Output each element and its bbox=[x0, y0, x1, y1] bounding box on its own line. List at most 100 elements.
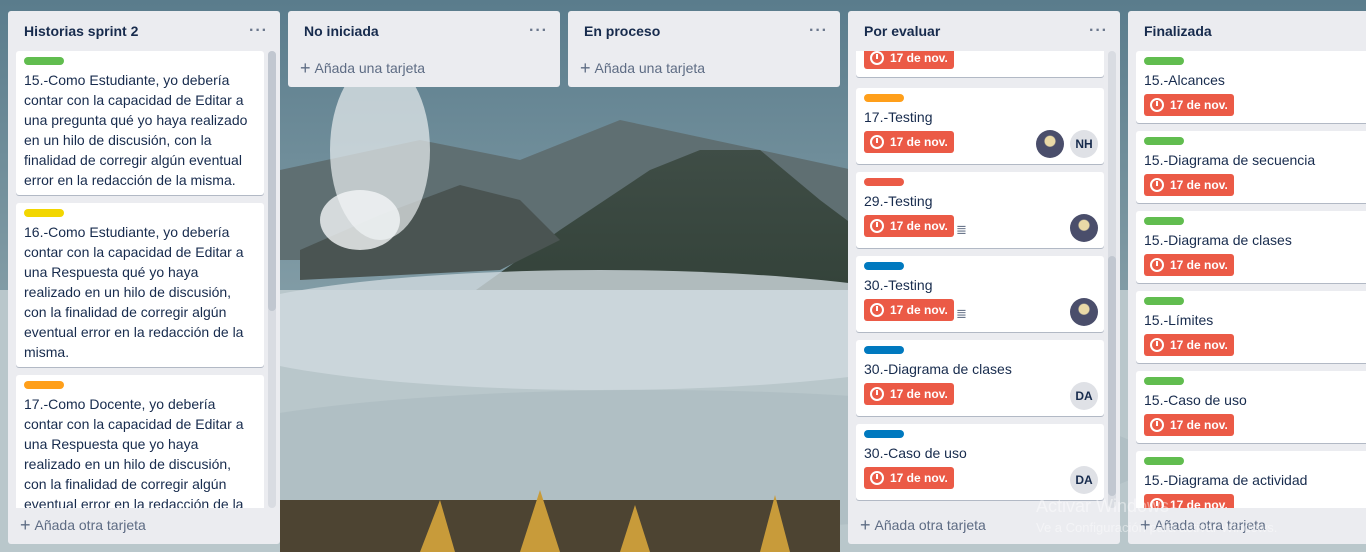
card-title: 30.-Diagrama de clases bbox=[864, 361, 1012, 377]
due-date-badge[interactable]: 17 de nov. bbox=[1144, 414, 1234, 436]
card-title: 16.-Como Estudiante, yo debería contar c… bbox=[24, 224, 244, 360]
card-label[interactable] bbox=[1144, 297, 1184, 305]
card-label[interactable] bbox=[1144, 57, 1184, 65]
due-date-label: 17 de nov. bbox=[1170, 338, 1228, 352]
card[interactable]: 17.-Testing 17 de nov. NH bbox=[856, 88, 1104, 164]
list-scrollbar[interactable] bbox=[1108, 51, 1116, 508]
list-title[interactable]: No iniciada bbox=[304, 23, 379, 39]
add-card-label: Añada una tarjeta bbox=[594, 60, 706, 76]
scrollbar-thumb[interactable] bbox=[268, 51, 276, 311]
due-date-label: 17 de nov. bbox=[890, 51, 948, 65]
list-menu-icon[interactable]: ··· bbox=[1089, 23, 1108, 39]
card-label[interactable] bbox=[1144, 137, 1184, 145]
clock-icon bbox=[1150, 338, 1164, 352]
card[interactable]: 30.-Caso de uso 17 de nov. DA bbox=[856, 424, 1104, 500]
due-date-badge[interactable]: 17 de nov. bbox=[864, 299, 954, 321]
card[interactable]: 30.-Diagrama de clases 17 de nov. DA bbox=[856, 340, 1104, 416]
list-menu-icon[interactable]: ··· bbox=[809, 23, 828, 39]
card[interactable]: 16.-Como Estudiante, yo debería contar c… bbox=[16, 203, 264, 367]
card-title: 15.-Alcances bbox=[1144, 72, 1225, 88]
card-label[interactable] bbox=[24, 381, 64, 389]
card[interactable]: 15.-Como Estudiante, yo debería contar c… bbox=[16, 51, 264, 195]
card[interactable]: 30.-Testing 17 de nov. ≣ bbox=[856, 256, 1104, 332]
card[interactable]: 15.-Alcances 17 de nov. bbox=[1136, 51, 1366, 123]
card[interactable]: 15.-Caso de uso 17 de nov. bbox=[1136, 371, 1366, 443]
clock-icon bbox=[870, 471, 884, 485]
add-card-button[interactable]: + Añada una tarjeta bbox=[288, 51, 560, 85]
card-label[interactable] bbox=[864, 94, 904, 102]
description-icon: ≣ bbox=[956, 306, 967, 321]
list-historias-sprint-2: Historias sprint 2 ··· 15.-Como Estudian… bbox=[8, 11, 280, 544]
clock-icon bbox=[1150, 178, 1164, 192]
card-label[interactable] bbox=[864, 178, 904, 186]
due-date-badge[interactable]: 17 de nov. bbox=[1144, 174, 1234, 196]
add-card-label: Añada otra tarjeta bbox=[34, 517, 146, 533]
plus-icon: + bbox=[300, 58, 311, 78]
list-title[interactable]: Historias sprint 2 bbox=[24, 23, 138, 39]
scrollbar-thumb[interactable] bbox=[1108, 256, 1116, 496]
card-label[interactable] bbox=[1144, 457, 1184, 465]
list-title[interactable]: Por evaluar bbox=[864, 23, 940, 39]
member-avatar[interactable]: DA bbox=[1070, 466, 1098, 494]
card[interactable]: 15.-Diagrama de clases 17 de nov. bbox=[1136, 211, 1366, 283]
due-date-badge[interactable]: 17 de nov. bbox=[864, 467, 954, 489]
member-avatar[interactable]: NH bbox=[1070, 130, 1098, 158]
card-label[interactable] bbox=[24, 209, 64, 217]
due-date-badge[interactable]: 17 de nov. bbox=[864, 131, 954, 153]
list-title[interactable]: Finalizada bbox=[1144, 23, 1212, 39]
card[interactable]: 29.-Testing 17 de nov. ≣ bbox=[856, 172, 1104, 248]
add-card-label: Añada una tarjeta bbox=[314, 60, 426, 76]
due-date-badge[interactable]: 17 de nov. bbox=[864, 215, 954, 237]
due-date-label: 17 de nov. bbox=[1170, 418, 1228, 432]
card-title: 15.-Diagrama de secuencia bbox=[1144, 152, 1316, 168]
card-title: 17.-Como Docente, yo debería contar con … bbox=[24, 396, 244, 508]
list-menu-icon[interactable]: ··· bbox=[249, 23, 268, 39]
card[interactable]: 15.-Límites 17 de nov. bbox=[1136, 291, 1366, 363]
card-label[interactable] bbox=[864, 346, 904, 354]
member-avatar[interactable]: DA bbox=[1070, 382, 1098, 410]
clock-icon bbox=[870, 51, 884, 65]
card-label[interactable] bbox=[1144, 377, 1184, 385]
due-date-label: 17 de nov. bbox=[1170, 498, 1228, 508]
list-menu-icon[interactable]: ··· bbox=[529, 23, 548, 39]
due-date-badge[interactable]: 17 de nov. bbox=[864, 383, 954, 405]
card-list: 15.-Como Estudiante, yo debería contar c… bbox=[16, 51, 264, 508]
card-label[interactable] bbox=[864, 262, 904, 270]
card-label[interactable] bbox=[24, 57, 64, 65]
card-title: 17.-Testing bbox=[864, 109, 933, 125]
card-title: 15.-Diagrama de actividad bbox=[1144, 472, 1308, 488]
due-date-badge[interactable]: 17 de nov. bbox=[1144, 334, 1234, 356]
description-icon: ≣ bbox=[956, 222, 967, 237]
member-avatar[interactable] bbox=[1036, 130, 1064, 158]
activation-watermark-title: Activar Windows bbox=[1036, 496, 1170, 516]
due-date-label: 17 de nov. bbox=[890, 303, 948, 317]
card[interactable]: 15.-Diagrama de secuencia 17 de nov. bbox=[1136, 131, 1366, 203]
list-no-iniciada: No iniciada ··· + Añada una tarjeta bbox=[288, 11, 560, 87]
clock-icon bbox=[870, 303, 884, 317]
list-scrollbar[interactable] bbox=[268, 51, 276, 508]
due-date-label: 17 de nov. bbox=[1170, 98, 1228, 112]
card[interactable]: 15.-Diagrama de actividad 17 de nov. bbox=[1136, 451, 1366, 508]
due-date-badge[interactable]: 17 de nov. bbox=[864, 51, 954, 69]
card-label[interactable] bbox=[864, 430, 904, 438]
plus-icon: + bbox=[860, 515, 871, 535]
card-title: 29.-Testing bbox=[864, 193, 933, 209]
card-title: 15.-Como Estudiante, yo debería contar c… bbox=[24, 72, 248, 188]
member-avatar[interactable] bbox=[1070, 214, 1098, 242]
due-date-badge[interactable]: 17 de nov. bbox=[1144, 254, 1234, 276]
list-title[interactable]: En proceso bbox=[584, 23, 660, 39]
card[interactable]: 17.-Como Docente, yo debería contar con … bbox=[16, 375, 264, 508]
plus-icon: + bbox=[20, 515, 31, 535]
add-card-label: Añada otra tarjeta bbox=[874, 517, 986, 533]
add-card-button[interactable]: + Añada una tarjeta bbox=[568, 51, 840, 85]
due-date-badge[interactable]: 17 de nov. bbox=[1144, 94, 1234, 116]
card[interactable]: 17 de nov. bbox=[856, 51, 1104, 77]
clock-icon bbox=[870, 219, 884, 233]
clock-icon bbox=[1150, 258, 1164, 272]
add-card-button[interactable]: + Añada otra tarjeta bbox=[8, 508, 280, 542]
card-label[interactable] bbox=[1144, 217, 1184, 225]
list-header: Historias sprint 2 ··· bbox=[8, 11, 280, 51]
member-avatar[interactable] bbox=[1070, 298, 1098, 326]
clock-icon bbox=[1150, 98, 1164, 112]
plus-icon: + bbox=[580, 58, 591, 78]
